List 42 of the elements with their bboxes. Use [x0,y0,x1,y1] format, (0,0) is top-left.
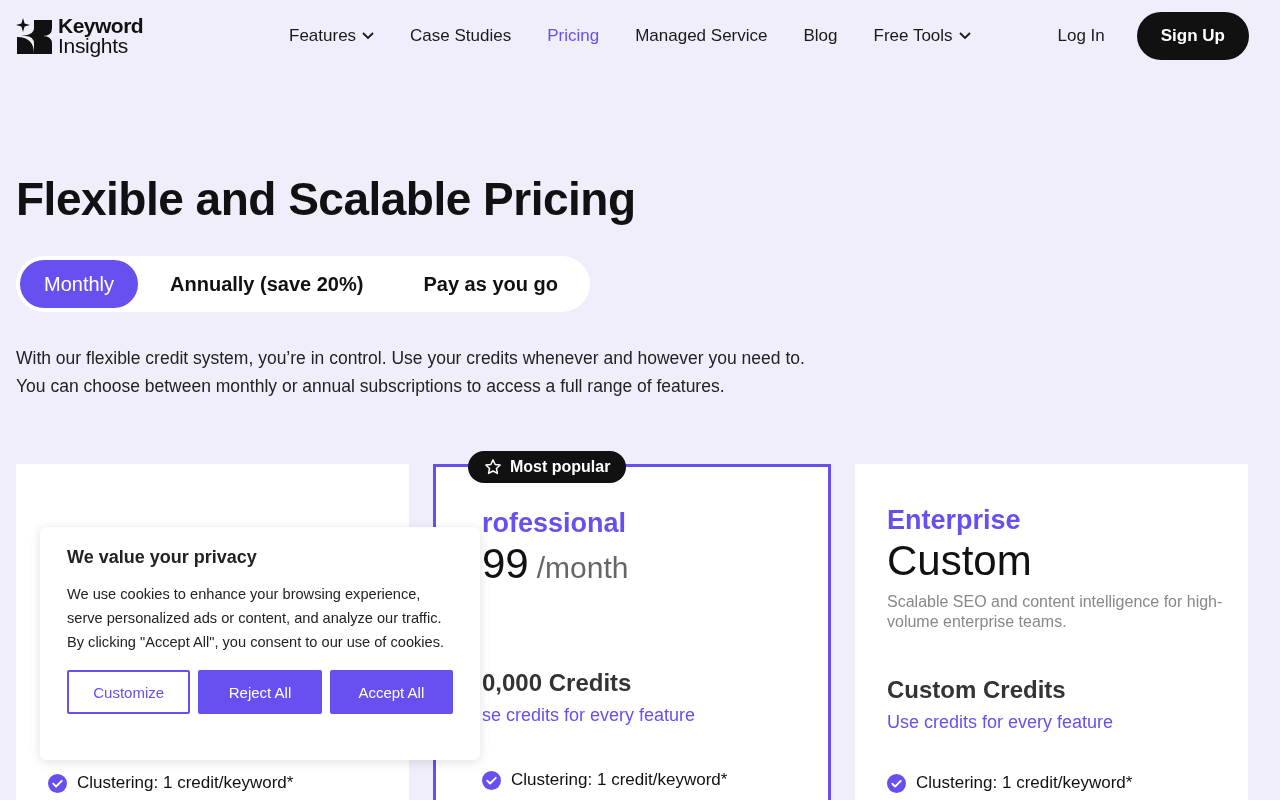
cookie-button[interactable]: Reject All [198,670,322,714]
nav-link[interactable]: Features [289,26,375,46]
dialog-text: We use cookies to enhance your browsing experience, serve personalized ads or content, and analyze our traffic. By clicking "Accept All", you consent to our use of cookies. [67,585,445,652]
credits-note: se credits for every feature [482,705,697,726]
chevron-down-icon [362,32,375,40]
billing-option[interactable]: Monthly [20,260,139,308]
login-link[interactable]: Log In [1057,26,1105,46]
check-circle-icon [482,770,501,790]
feature-text: Clustering: 1 credit/keyword* [77,773,294,793]
logo-text: Keyword [58,16,144,36]
chevron-down-icon [958,32,971,40]
nav-link[interactable]: Managed Service [635,26,768,46]
signup-button[interactable]: Sign Up [1136,12,1249,60]
plan-price: 99 [482,539,529,589]
badge-text: Most popular [510,458,611,476]
intro-text: With our flexible credit system, you’re in control. Use your credits whenever and however you need to. [16,347,806,370]
nav-link[interactable]: Free Tools [873,26,971,46]
nav-link[interactable]: Blog [803,26,838,46]
logo-icon[interactable] [16,18,52,54]
nav-link[interactable]: Pricing [547,26,600,46]
plan-description: Scalable SEO and content intelligence for high-volume enterprise teams. [887,592,1224,632]
plan-credits: 0,000 Credits [482,669,633,697]
dialog-title: We value your privacy [67,547,258,568]
intro-text: You can choose between monthly or annual subscriptions to access a full range of features. [16,375,726,398]
feature-text: Clustering: 1 credit/keyword* [916,773,1133,793]
credits-note: Use credits for every feature [887,712,1115,733]
billing-option[interactable]: Pay as you go [395,260,586,308]
nav-link[interactable]: Case Studies [410,26,512,46]
feature-text: Clustering: 1 credit/keyword* [511,770,728,790]
billing-option[interactable]: Annually (save 20%) [142,260,392,308]
logo-text: Insights [58,36,128,56]
plan-name: rofessional [482,507,628,539]
cookie-button[interactable]: Accept All [329,670,453,714]
plan-credits: Custom Credits [887,676,1067,704]
star-icon [484,458,502,476]
price-period: /month [536,551,629,585]
page-title: Flexible and Scalable Pricing [16,172,637,226]
plan-name: Enterprise [887,504,1022,536]
check-circle-icon [887,773,906,793]
check-circle-icon [48,773,67,793]
cookie-button[interactable]: Customize [67,670,191,714]
plan-price: Custom [887,536,1032,586]
